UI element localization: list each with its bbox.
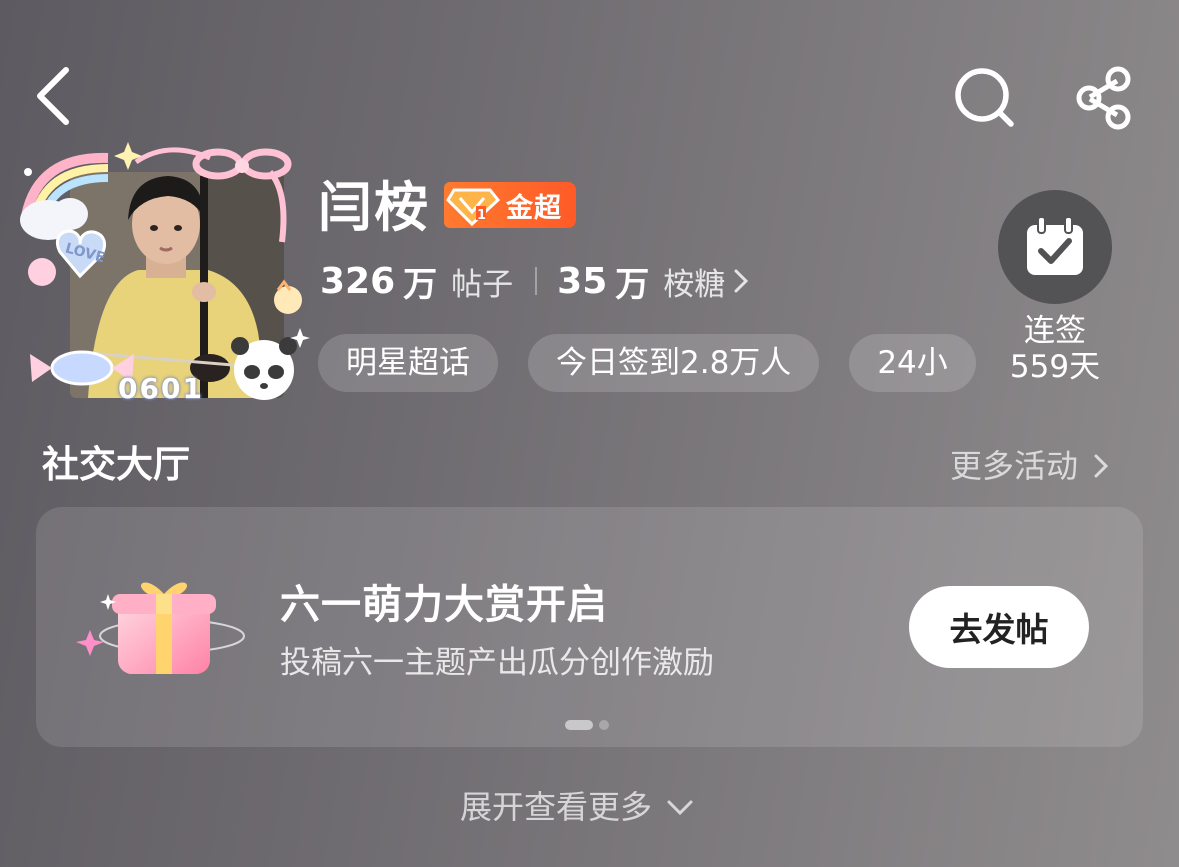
- checkin-circle: [998, 190, 1112, 304]
- avatar[interactable]: LOVE 0601: [18, 132, 310, 416]
- level-badge[interactable]: 1 金超: [444, 182, 576, 228]
- candy-count: 35: [557, 260, 608, 302]
- carousel-pager: [565, 720, 609, 730]
- candy-unit: 万: [615, 264, 650, 305]
- more-activities-link[interactable]: 更多活动: [950, 444, 1114, 488]
- chevron-down-icon: [667, 800, 693, 816]
- checkin-button[interactable]: 连签 559天: [998, 190, 1114, 385]
- gift-icon: [72, 572, 247, 687]
- share-button[interactable]: [1070, 64, 1138, 132]
- back-button[interactable]: [30, 62, 80, 130]
- badge-label: 金超: [506, 192, 562, 224]
- promo-subtitle: 投稿六一主题产出瓜分创作激励: [280, 645, 714, 681]
- more-activities-label: 更多活动: [950, 447, 1079, 485]
- search-icon: [955, 68, 1014, 127]
- expand-more-button[interactable]: 展开查看更多: [460, 784, 696, 830]
- svg-text:1: 1: [477, 208, 486, 223]
- posts-label: 帖子: [451, 266, 514, 303]
- tag-star-topic[interactable]: 明星超话: [318, 334, 498, 392]
- expand-label: 展开查看更多: [460, 788, 653, 826]
- checkin-days: 559天: [1009, 349, 1101, 385]
- search-button[interactable]: [950, 66, 1018, 130]
- share-icon: [1076, 66, 1131, 130]
- profile-stats: 326 万 帖子 35 万 桉糖: [320, 256, 749, 306]
- calendar-check-icon: [1027, 216, 1083, 275]
- pager-dot: [599, 720, 609, 730]
- checkin-label: 连签: [1024, 313, 1086, 349]
- go-post-button[interactable]: 去发帖: [909, 586, 1089, 668]
- chevron-right-icon: [734, 269, 749, 293]
- diamond-icon: 1: [444, 182, 502, 228]
- chevron-right-icon: [1094, 454, 1109, 478]
- pager-dot-active: [565, 720, 593, 730]
- avatar-caption: 0601: [118, 372, 204, 405]
- posts-unit: 万: [403, 264, 438, 305]
- tag-24h[interactable]: 24小: [849, 334, 976, 392]
- stats-divider: [535, 267, 538, 295]
- candy-link[interactable]: 35 万 桉糖: [557, 257, 749, 306]
- tag-checkin-today[interactable]: 今日签到2.8万人: [528, 334, 820, 392]
- promo-title: 六一萌力大赏开启: [280, 582, 608, 628]
- tag-row: 明星超话 今日签到2.8万人 24小: [318, 334, 988, 394]
- back-chevron-icon: [37, 67, 69, 125]
- posts-count: 326: [320, 260, 396, 302]
- section-title: 社交大厅: [42, 443, 190, 486]
- profile-name: 闫桉: [318, 176, 430, 239]
- candy-label: 桉糖: [663, 266, 726, 303]
